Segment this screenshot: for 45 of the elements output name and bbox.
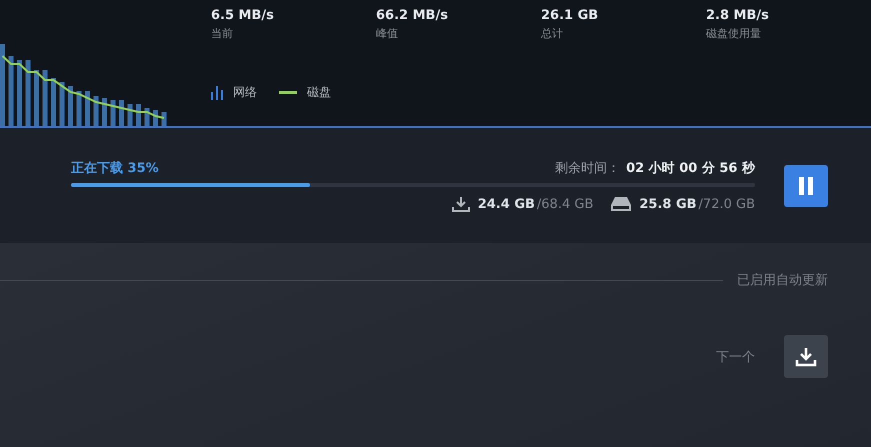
graph-bar — [51, 78, 56, 126]
graph-bar — [136, 104, 141, 126]
stat-label: 当前 — [211, 26, 234, 41]
graph-bar — [34, 70, 39, 126]
line-icon — [279, 91, 297, 94]
graph-bar — [94, 96, 98, 126]
stat-label: 磁盘使用量 — [706, 26, 762, 41]
stat-value: 26.1 GB — [541, 8, 600, 23]
stat-value: 2.8 MB/s — [706, 8, 770, 23]
graph-bar — [110, 100, 116, 126]
time-remaining-label: 剩余时间： — [555, 160, 620, 177]
disk-total: /72.0 GB — [698, 196, 755, 212]
disk-used: 25.8 GB — [639, 196, 697, 212]
pause-icon — [798, 176, 814, 194]
stat-value: 66.2 MB/s — [376, 8, 449, 23]
graph-bar — [42, 70, 48, 126]
download-button[interactable] — [784, 335, 828, 378]
stat-label: 峰值 — [376, 26, 399, 41]
stat-label: 总计 — [541, 26, 564, 41]
download-icon — [452, 196, 470, 212]
graph-bar — [144, 108, 150, 126]
pause-button[interactable] — [784, 164, 828, 206]
stat-value: 6.5 MB/s — [211, 8, 275, 23]
next-label: 下一个 — [716, 348, 755, 366]
download-status: 正在下载 35% — [71, 160, 159, 177]
downloaded-size: 24.4 GB — [478, 196, 535, 212]
graph-bar — [153, 110, 158, 126]
graph-bar — [17, 60, 22, 126]
graph-bar — [128, 104, 132, 126]
graph-bar — [76, 91, 82, 126]
graph-bar — [162, 112, 166, 126]
legend-label: 网络 — [233, 84, 257, 101]
time-remaining-value: 02 小时 00 分 56 秒 — [626, 160, 755, 177]
graph-bar — [85, 91, 90, 126]
graph-bar — [102, 98, 107, 126]
graph-bar — [60, 82, 64, 126]
download-icon — [795, 346, 817, 366]
download-total: /68.4 GB — [536, 196, 594, 212]
graph-bar — [8, 56, 14, 126]
graph-bar — [26, 60, 30, 126]
auto-update-label: 已启用自动更新 — [737, 272, 828, 289]
bars-icon — [211, 86, 223, 100]
graph-bar — [119, 100, 124, 126]
graph-bar — [68, 86, 73, 126]
legend-label: 磁盘 — [307, 84, 331, 101]
